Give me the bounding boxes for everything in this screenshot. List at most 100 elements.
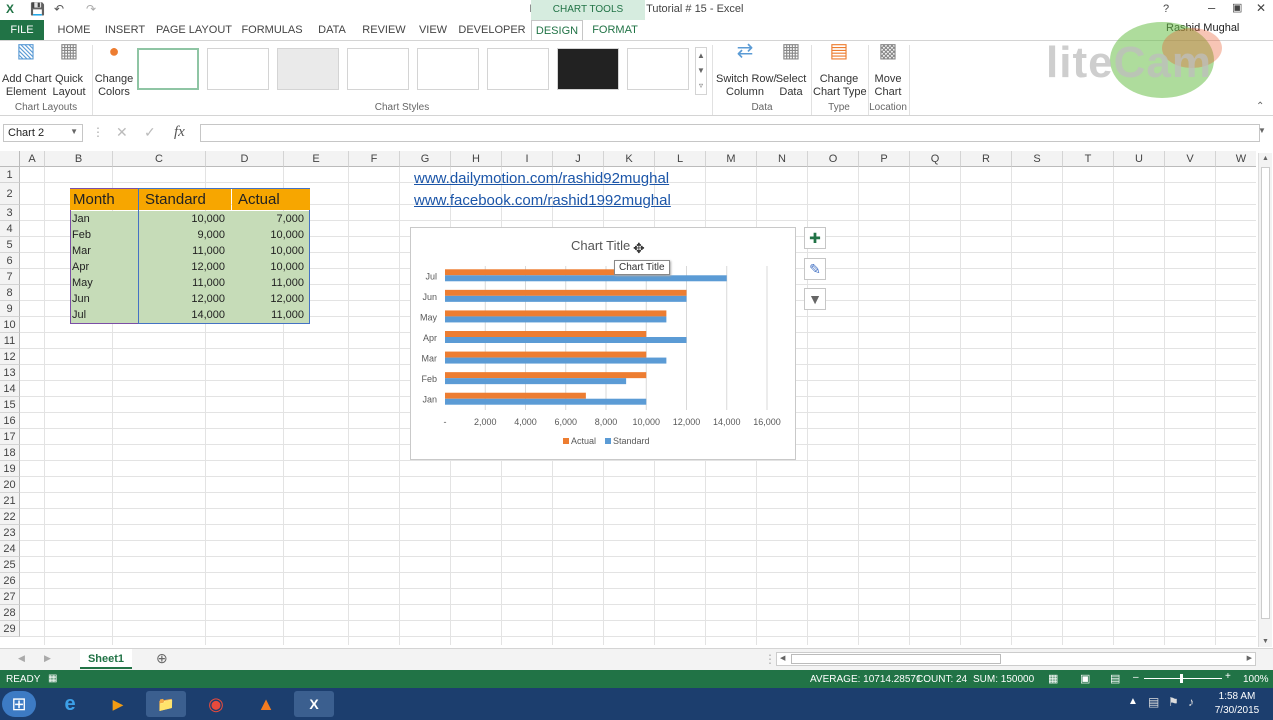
actual-cell[interactable]: 7,000: [232, 211, 304, 227]
tab-insert[interactable]: INSERT: [102, 20, 148, 40]
row-header[interactable]: 25: [0, 557, 20, 573]
row-header[interactable]: 14: [0, 381, 20, 397]
row-header[interactable]: 19: [0, 461, 20, 477]
row-header[interactable]: 3: [0, 205, 20, 221]
column-header[interactable]: I: [502, 151, 553, 167]
move-chart-button[interactable]: ▩ Move Chart: [870, 41, 906, 99]
row-header[interactable]: 27: [0, 589, 20, 605]
column-header[interactable]: D: [206, 151, 284, 167]
month-cell[interactable]: Jul: [72, 307, 132, 323]
column-header[interactable]: R: [961, 151, 1012, 167]
standard-cell[interactable]: 12,000: [139, 291, 225, 307]
new-sheet-icon[interactable]: ⊕: [156, 650, 168, 667]
standard-cell[interactable]: 10,000: [139, 211, 225, 227]
column-header[interactable]: O: [808, 151, 859, 167]
chart-styles-button[interactable]: ✎: [804, 258, 826, 280]
actual-cell[interactable]: 11,000: [232, 275, 304, 291]
standard-cell[interactable]: 11,000: [139, 243, 225, 259]
chart-title[interactable]: Chart Title: [571, 238, 630, 253]
chart-style-8[interactable]: [627, 48, 689, 90]
tab-format[interactable]: FORMAT: [588, 20, 642, 40]
vertical-scrollbar[interactable]: ▲ ▼: [1258, 153, 1272, 647]
tray-network-icon[interactable]: ▤: [1148, 695, 1159, 709]
scroll-right-icon[interactable]: ▶: [1247, 654, 1252, 662]
hscroll-thumb[interactable]: [791, 654, 1001, 664]
help-button[interactable]: ?: [1163, 3, 1169, 15]
column-header[interactable]: L: [655, 151, 706, 167]
column-header[interactable]: S: [1012, 151, 1063, 167]
chart-styles-scroll[interactable]: ▲ ▼ ▿: [695, 47, 707, 95]
chart-style-5[interactable]: [417, 48, 479, 90]
month-cell[interactable]: Jan: [72, 211, 132, 227]
scroll-left-icon[interactable]: ◀: [780, 654, 785, 662]
chart-style-2[interactable]: [207, 48, 269, 90]
quick-layout-button[interactable]: ▦ Quick Layout: [50, 41, 88, 99]
tab-view[interactable]: VIEW: [415, 20, 451, 40]
column-header[interactable]: E: [284, 151, 349, 167]
header-month[interactable]: Month: [70, 189, 138, 210]
tab-home[interactable]: HOME: [52, 20, 96, 40]
actual-cell[interactable]: 10,000: [232, 259, 304, 275]
prev-sheet-icon[interactable]: ◀: [18, 653, 25, 664]
column-header[interactable]: W: [1216, 151, 1256, 167]
column-header[interactable]: A: [20, 151, 45, 167]
column-header[interactable]: C: [113, 151, 206, 167]
tab-formulas[interactable]: FORMULAS: [240, 20, 304, 40]
row-header[interactable]: 7: [0, 269, 20, 285]
row-header[interactable]: 6: [0, 253, 20, 269]
scroll-thumb[interactable]: [1261, 167, 1270, 619]
tab-file[interactable]: FILE: [0, 20, 44, 40]
row-header[interactable]: 28: [0, 605, 20, 621]
chrome-icon[interactable]: ◉: [196, 691, 236, 717]
scroll-up-icon[interactable]: ▲: [1262, 155, 1269, 162]
month-cell[interactable]: Feb: [72, 227, 132, 243]
scroll-down-icon[interactable]: ▼: [1262, 638, 1269, 645]
row-header[interactable]: 23: [0, 525, 20, 541]
row-header[interactable]: 20: [0, 477, 20, 493]
vlc-icon[interactable]: ▲: [246, 691, 286, 717]
month-cell[interactable]: May: [72, 275, 132, 291]
internet-explorer-icon[interactable]: e: [50, 691, 90, 717]
chart-elements-button[interactable]: ✚: [804, 227, 826, 249]
actual-cell[interactable]: 10,000: [232, 227, 304, 243]
row-header[interactable]: 8: [0, 285, 20, 301]
column-header[interactable]: B: [45, 151, 113, 167]
row-header[interactable]: 29: [0, 621, 20, 637]
column-header[interactable]: G: [400, 151, 451, 167]
media-player-icon[interactable]: ▶: [98, 691, 138, 717]
zoom-slider[interactable]: [1144, 678, 1222, 679]
tab-page-layout[interactable]: PAGE LAYOUT: [155, 20, 233, 40]
excel-taskbar-icon[interactable]: X: [294, 691, 334, 717]
bar-chart[interactable]: - 2,000 4,000 6,000 8,000 10,000 12,000 14,000 1…: [410, 227, 796, 460]
column-header[interactable]: H: [451, 151, 502, 167]
actual-cell[interactable]: 12,000: [232, 291, 304, 307]
chart-style-3[interactable]: [277, 48, 339, 90]
actual-cell[interactable]: 11,000: [232, 307, 304, 323]
column-header[interactable]: F: [349, 151, 400, 167]
file-explorer-icon[interactable]: 📁: [146, 691, 186, 717]
row-header[interactable]: 22: [0, 509, 20, 525]
row-header[interactable]: 10: [0, 317, 20, 333]
horizontal-scrollbar[interactable]: ◀ ▶: [776, 652, 1256, 666]
tray-flag-icon[interactable]: ⚑: [1168, 695, 1179, 709]
macro-record-icon[interactable]: ▦: [48, 673, 57, 684]
chart-style-4[interactable]: [347, 48, 409, 90]
standard-cell[interactable]: 12,000: [139, 259, 225, 275]
row-header[interactable]: 16: [0, 413, 20, 429]
row-header[interactable]: 24: [0, 541, 20, 557]
next-sheet-icon[interactable]: ▶: [44, 653, 51, 664]
collapse-ribbon-icon[interactable]: ⌃: [1256, 101, 1264, 112]
chart-style-1[interactable]: [137, 48, 199, 90]
clock-time[interactable]: 1:58 AM: [1210, 691, 1264, 702]
month-cell[interactable]: Jun: [72, 291, 132, 307]
header-standard[interactable]: Standard: [139, 189, 231, 210]
zoom-slider-thumb[interactable]: [1180, 674, 1183, 683]
tab-design[interactable]: DESIGN: [531, 20, 583, 41]
chart-filters-button[interactable]: ▼: [804, 288, 826, 310]
zoom-level[interactable]: 100%: [1243, 674, 1269, 685]
select-data-button[interactable]: ▦ Select Data: [774, 41, 808, 99]
zoom-out-icon[interactable]: –: [1133, 672, 1139, 683]
enter-icon[interactable]: ✓: [144, 124, 156, 141]
column-header[interactable]: U: [1114, 151, 1165, 167]
tray-volume-icon[interactable]: ♪: [1188, 695, 1194, 709]
